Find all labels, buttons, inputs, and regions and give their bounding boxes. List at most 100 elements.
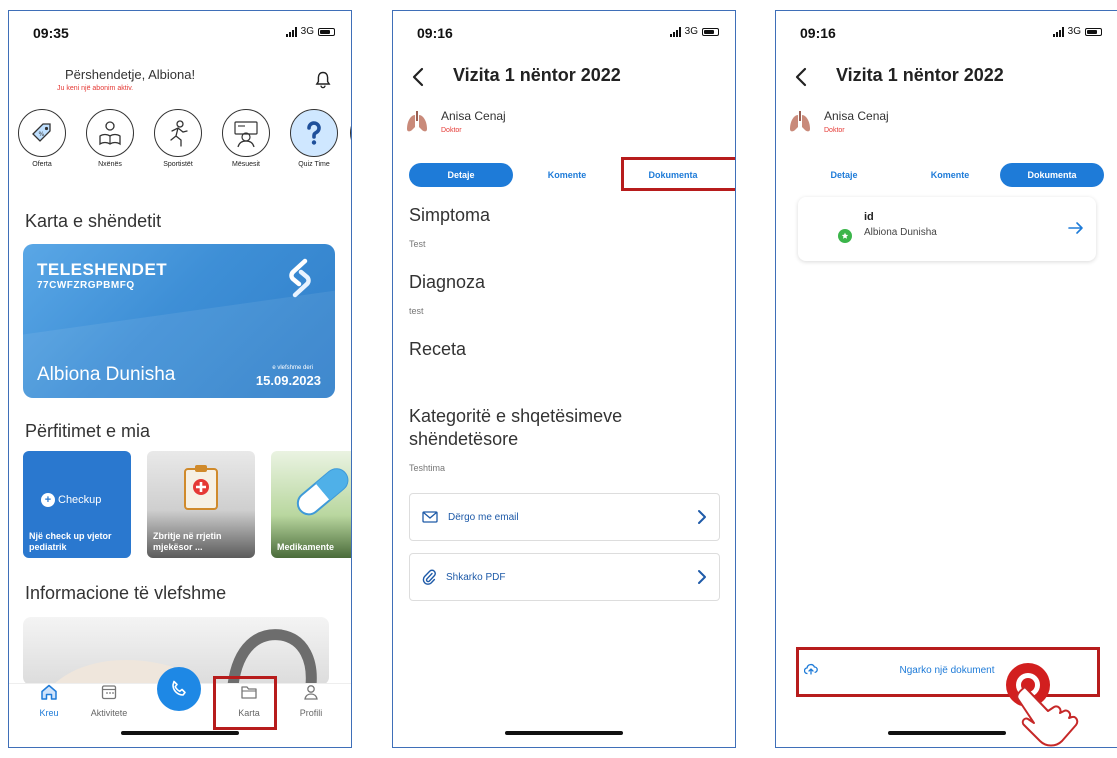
category-mesuesit[interactable]: Mësuesit bbox=[215, 109, 277, 168]
status-bar: 09:16 3G bbox=[393, 11, 735, 51]
health-card[interactable]: TELESHENDET 77CWFZRGPBMFQ Albiona Dunish… bbox=[23, 244, 335, 398]
category-oferta[interactable]: % Oferta bbox=[11, 109, 73, 168]
tab-komente[interactable]: Komente bbox=[519, 163, 615, 187]
category-label: Nxënës bbox=[98, 161, 122, 168]
card-valid-date: 15.09.2023 bbox=[255, 373, 321, 388]
tab-aktivitete[interactable]: Aktivitete bbox=[79, 683, 139, 718]
benefit-checkup[interactable]: + Checkup Një check up vjetor pediatrik bbox=[23, 451, 131, 558]
user-icon bbox=[304, 685, 318, 700]
info-title: Informacione të vlefshme bbox=[25, 583, 227, 603]
benefit-discount[interactable]: Zbritje në rrjetin mjekësor ... bbox=[147, 451, 255, 558]
lungs-icon bbox=[407, 111, 427, 132]
battery-icon bbox=[1085, 27, 1102, 36]
category-label: Quiz Time bbox=[298, 161, 330, 168]
benefit-label: Një check up vjetor pediatrik bbox=[29, 531, 112, 552]
tab-kreu[interactable]: Kreu bbox=[19, 683, 79, 718]
battery-icon bbox=[702, 27, 719, 36]
back-button[interactable] bbox=[794, 67, 808, 92]
subscription-note: Ju keni një abonim aktiv. bbox=[57, 85, 134, 92]
doctor-name: Anisa Cenaj bbox=[824, 109, 889, 123]
home-indicator bbox=[121, 731, 239, 735]
network-type: 3G bbox=[300, 26, 314, 37]
back-button[interactable] bbox=[411, 67, 425, 92]
highlight-karta-tab bbox=[213, 676, 277, 730]
document-title: id bbox=[864, 211, 874, 223]
field-title-kategorite: Kategoritë e shqetësimeve shëndetësore bbox=[409, 406, 623, 449]
status-time: 09:35 bbox=[33, 25, 69, 41]
network-type: 3G bbox=[684, 26, 698, 37]
field-title-diagnoza: Diagnoza bbox=[409, 272, 486, 292]
teacher-icon bbox=[222, 109, 270, 157]
field-value-diagnoza: test bbox=[409, 306, 424, 316]
home-indicator bbox=[888, 731, 1006, 735]
bell-icon[interactable] bbox=[315, 71, 331, 94]
doctor-avatar bbox=[403, 109, 431, 137]
document-item[interactable]: id Albiona Dunisha bbox=[798, 197, 1096, 261]
phone-icon bbox=[172, 680, 186, 696]
mail-icon bbox=[422, 511, 438, 523]
action-label: Shkarko PDF bbox=[446, 571, 506, 583]
chevron-left-icon bbox=[795, 67, 807, 87]
category-partial-icon bbox=[350, 109, 351, 157]
status-indicators: 3G bbox=[285, 26, 335, 37]
download-pdf-button[interactable]: Shkarko PDF bbox=[409, 553, 720, 601]
svg-text:%: % bbox=[39, 131, 45, 138]
call-button[interactable] bbox=[157, 667, 201, 711]
doctor-avatar bbox=[786, 109, 814, 137]
doctor-name: Anisa Cenaj bbox=[441, 109, 506, 123]
chevron-right-icon bbox=[698, 510, 706, 524]
calendar-icon bbox=[101, 685, 117, 700]
home-indicator bbox=[505, 731, 623, 735]
field-value-kategorite: Teshtima bbox=[409, 463, 446, 473]
tab-detaje[interactable]: Detaje bbox=[409, 163, 513, 187]
tab-label: Aktivitete bbox=[90, 708, 128, 718]
card-code: 77CWFZRGPBMFQ bbox=[37, 280, 135, 291]
status-time: 09:16 bbox=[800, 25, 836, 41]
tab-detaje[interactable]: Detaje bbox=[792, 163, 896, 187]
tab-profili[interactable]: Profili bbox=[281, 683, 341, 718]
tab-dokumenta[interactable]: Dokumenta bbox=[1000, 163, 1104, 187]
benefits-title: Përfitimet e mia bbox=[25, 421, 151, 441]
document-owner: Albiona Dunisha bbox=[864, 227, 937, 238]
paperclip-icon bbox=[422, 569, 436, 585]
action-label: Dërgo me email bbox=[448, 511, 519, 523]
question-icon bbox=[290, 109, 338, 157]
status-indicators: 3G bbox=[1052, 26, 1102, 37]
visit-title: Vizita 1 nëntor 2022 bbox=[836, 65, 1004, 85]
benefit-label: Medikamente bbox=[277, 541, 335, 552]
status-indicators: 3G bbox=[669, 26, 719, 37]
card-valid-label: e vlefshme deri bbox=[272, 365, 313, 371]
status-time: 09:16 bbox=[417, 25, 453, 41]
lungs-icon bbox=[790, 111, 810, 132]
tab-label: Kreu bbox=[39, 708, 59, 718]
visit-title: Vizita 1 nëntor 2022 bbox=[453, 65, 621, 85]
category-partial[interactable] bbox=[343, 109, 351, 157]
category-sportistet[interactable]: Sportistët bbox=[147, 109, 209, 168]
tab-label: Profili bbox=[299, 708, 323, 718]
doctor-role: Doktor bbox=[441, 127, 462, 134]
category-quiz-time[interactable]: Quiz Time bbox=[283, 109, 345, 168]
student-icon bbox=[86, 109, 134, 157]
health-card-title: Karta e shëndetit bbox=[25, 211, 162, 231]
signal-icon bbox=[669, 26, 681, 37]
greeting: Përshendetje, Albiona! bbox=[65, 67, 196, 82]
tab-komente[interactable]: Komente bbox=[902, 163, 998, 187]
network-type: 3G bbox=[1067, 26, 1081, 37]
category-label: Oferta bbox=[32, 161, 52, 168]
status-bar: 09:16 3G bbox=[776, 11, 1117, 51]
category-row: % Oferta Nxënës Sportistët Mësuesit Quiz… bbox=[9, 109, 351, 189]
field-title-receta: Receta bbox=[409, 339, 467, 359]
chevron-right-icon bbox=[698, 570, 706, 584]
field-title-simptoma: Simptoma bbox=[409, 205, 491, 225]
battery-icon bbox=[318, 27, 335, 36]
category-label: Mësuesit bbox=[231, 161, 260, 168]
checkup-logo-text: Checkup bbox=[58, 494, 102, 506]
category-nxenes[interactable]: Nxënës bbox=[79, 109, 141, 168]
benefit-medikamente[interactable]: Medikamente bbox=[271, 451, 351, 558]
checkup-logo: + Checkup bbox=[41, 493, 101, 507]
send-email-button[interactable]: Dërgo me email bbox=[409, 493, 720, 541]
signal-icon bbox=[1052, 26, 1064, 37]
field-value-simptoma: Test bbox=[409, 239, 426, 249]
highlight-dokumenta-tab bbox=[621, 157, 735, 191]
plus-icon: + bbox=[41, 493, 55, 507]
